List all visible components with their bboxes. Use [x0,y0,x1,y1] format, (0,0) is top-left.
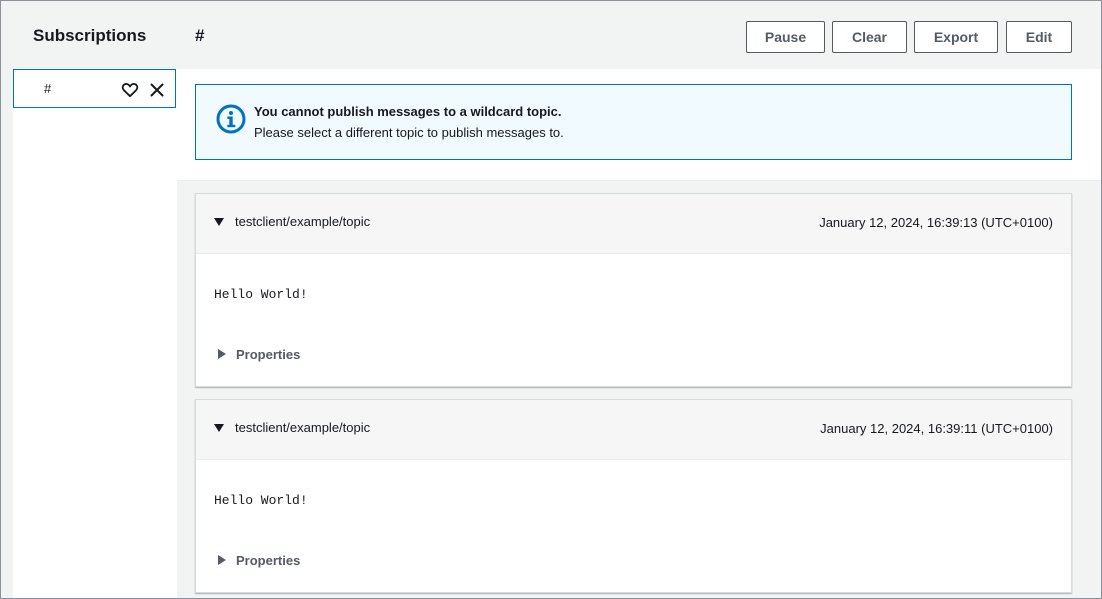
properties-toggle[interactable]: Properties [218,344,300,364]
subscription-item[interactable]: # [13,69,176,108]
message-header[interactable]: testclient/example/topic January 12, 202… [196,194,1071,254]
message-timestamp: January 12, 2024, 16:39:13 (UTC+0100) [819,215,1053,230]
close-icon[interactable] [148,81,166,99]
message-timestamp: January 12, 2024, 16:39:11 (UTC+0100) [820,421,1053,436]
subscriptions-title: Subscriptions [33,26,147,45]
caret-down-icon [214,424,224,432]
pause-button[interactable]: Pause [746,21,825,53]
caret-down-icon [214,218,224,226]
caret-right-icon [218,349,226,359]
topic-title: # [195,26,205,45]
message-topic: testclient/example/topic [235,420,371,435]
message-list: testclient/example/topic January 12, 202… [177,181,1101,598]
properties-label: Properties [236,346,301,362]
caret-right-icon [218,555,226,565]
heart-icon[interactable] [121,81,139,99]
app-frame: Subscriptions # Pause Clear Export Edit … [0,0,1102,599]
properties-toggle[interactable]: Properties [218,550,300,570]
properties-label: Properties [236,552,301,568]
info-icon [215,103,247,135]
alert-body: Please select a different topic to publi… [254,125,564,140]
message-payload: Hello World! [214,287,308,302]
clear-button[interactable]: Clear [832,21,907,53]
subscription-item-label: # [44,81,52,96]
alert-title: You cannot publish messages to a wildcar… [254,104,562,119]
message-topic: testclient/example/topic [235,214,371,229]
edit-button[interactable]: Edit [1006,21,1072,53]
message-payload: Hello World! [214,493,308,508]
export-button[interactable]: Export [914,21,998,53]
wildcard-alert: You cannot publish messages to a wildcar… [195,84,1072,160]
message-card: testclient/example/topic January 12, 202… [195,193,1072,387]
subscriptions-sidebar: # [13,69,177,598]
header-bar: Subscriptions # Pause Clear Export Edit [1,1,1101,69]
main-panel: You cannot publish messages to a wildcar… [177,69,1101,598]
message-header[interactable]: testclient/example/topic January 12, 202… [196,400,1071,460]
message-card: testclient/example/topic January 12, 202… [195,399,1072,593]
